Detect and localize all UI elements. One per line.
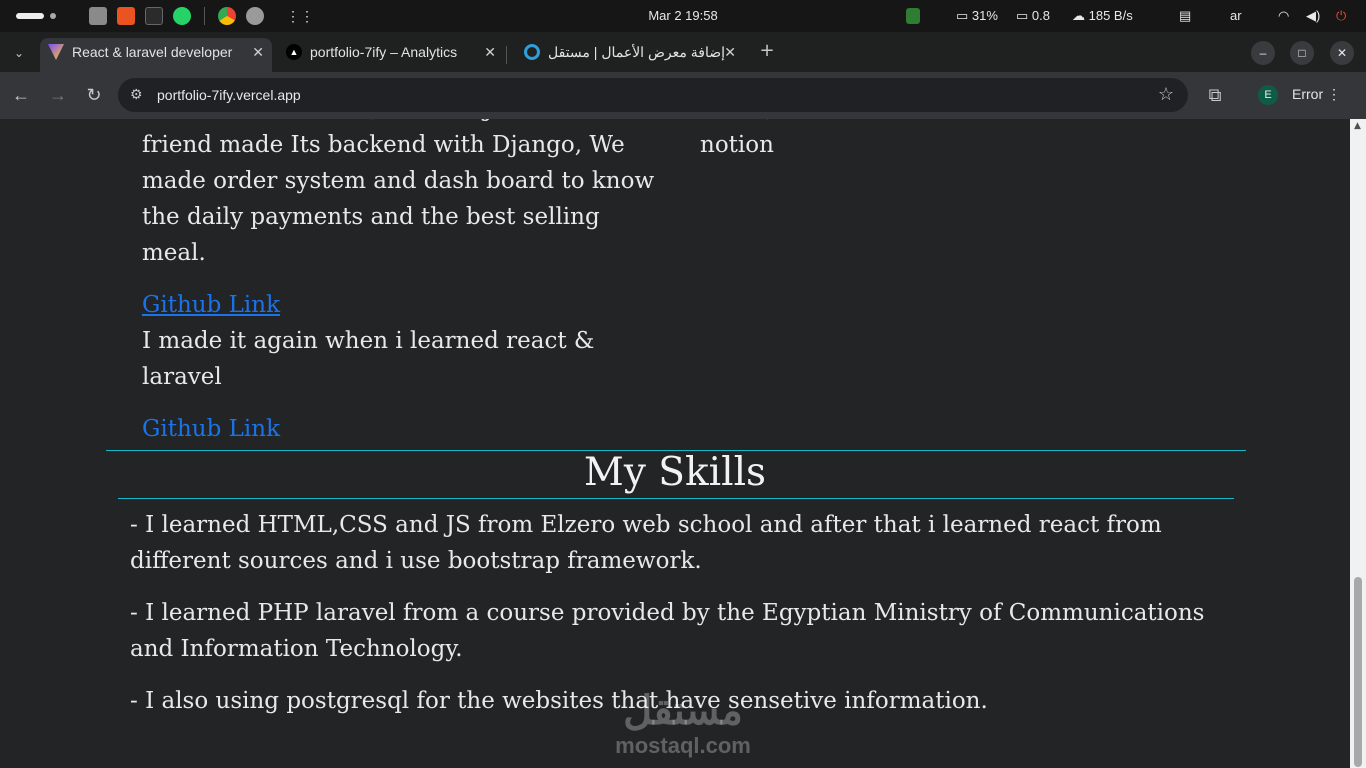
project-desc-right: notion bbox=[700, 132, 774, 158]
back-button[interactable]: ← bbox=[10, 84, 32, 106]
mostaql-watermark: مستقل mostaql.com bbox=[615, 689, 751, 758]
project-desc-partial: made it with HTML,CSS and JS and i have … bbox=[142, 119, 662, 127]
tab-analytics[interactable]: ▲ portfolio-7ify – Analytics ✕ bbox=[278, 38, 504, 72]
battery-status[interactable]: ▭ 31% bbox=[956, 8, 998, 24]
minimize-button[interactable]: – bbox=[1251, 41, 1275, 65]
site-info-icon[interactable]: ⚙ bbox=[130, 86, 143, 103]
reload-button[interactable]: ↻ bbox=[83, 84, 105, 106]
power-icon[interactable]: ⏻ bbox=[1336, 8, 1346, 24]
clock[interactable]: Mar 2 19:58 bbox=[0, 8, 1366, 23]
network-speed[interactable]: ☁ 185 B/s bbox=[1072, 8, 1133, 24]
cpu-icon: ▭ bbox=[956, 8, 969, 23]
address-bar[interactable]: ⚙ portfolio-7ify.vercel.app ☆ bbox=[118, 78, 1188, 112]
close-window-button[interactable]: ✕ bbox=[1330, 41, 1354, 65]
project-left-column: made it with HTML,CSS and JS and i have … bbox=[142, 119, 662, 447]
volume-icon[interactable]: ◀) bbox=[1306, 8, 1320, 24]
scroll-up-icon[interactable]: ▲ bbox=[1354, 121, 1361, 131]
page-viewport: made it with HTML,CSS and JS and i have … bbox=[0, 119, 1350, 768]
cloud-upload-icon: ☁ bbox=[1072, 8, 1085, 23]
new-tab-button[interactable]: + bbox=[756, 40, 778, 62]
scrollbar-thumb[interactable] bbox=[1354, 577, 1362, 767]
clipboard-icon[interactable]: ▤ bbox=[1179, 8, 1191, 24]
display-status[interactable]: ▭ 0.8 bbox=[1016, 8, 1050, 24]
maximize-button[interactable]: □ bbox=[1290, 41, 1314, 65]
menu-dots-icon[interactable]: ⋮ bbox=[1327, 86, 1341, 102]
project-desc-partial-right: CRM , it will be like a miniature versio… bbox=[700, 119, 1220, 127]
project-right-column: CRM , it will be like a miniature versio… bbox=[700, 119, 1220, 163]
github-link[interactable]: Github Link bbox=[142, 287, 280, 323]
tab-divider bbox=[506, 46, 507, 64]
vercel-favicon-icon: ▲ bbox=[286, 44, 302, 60]
monitor-icon: ▭ bbox=[1016, 8, 1029, 23]
extensions-icon[interactable]: ⧉ bbox=[1204, 84, 1226, 106]
close-tab-icon[interactable]: ✕ bbox=[252, 38, 264, 66]
page-scrollbar[interactable]: ▲ bbox=[1350, 119, 1366, 768]
profile-avatar[interactable]: E bbox=[1258, 85, 1278, 105]
error-button[interactable]: Error ⋮ bbox=[1292, 86, 1341, 103]
skills-title: My Skills bbox=[583, 450, 767, 495]
shield-icon[interactable] bbox=[906, 8, 920, 24]
skill-item: - I learned PHP laravel from a course pr… bbox=[130, 600, 1205, 662]
forward-button[interactable]: → bbox=[47, 84, 69, 106]
bookmark-star-icon[interactable]: ☆ bbox=[1158, 84, 1174, 105]
mostaql-favicon-icon bbox=[524, 44, 540, 60]
skill-item: - I learned HTML,CSS and JS from Elzero … bbox=[130, 512, 1162, 574]
project-desc: friend made Its backend with Django, We … bbox=[142, 132, 655, 266]
language-indicator[interactable]: ar bbox=[1230, 8, 1242, 23]
project-desc-2: I made it again when i learned react & l… bbox=[142, 328, 595, 390]
browser-toolbar: ← → ↻ ⚙ portfolio-7ify.vercel.app ☆ ⧉ bbox=[0, 72, 1366, 119]
close-tab-icon[interactable]: ✕ bbox=[484, 38, 496, 66]
close-tab-icon[interactable]: ✕ bbox=[724, 38, 736, 66]
url-text[interactable]: portfolio-7ify.vercel.app bbox=[157, 87, 301, 103]
tab-react-laravel[interactable]: React & laravel developer ✕ bbox=[40, 38, 272, 72]
github-link-2[interactable]: Github Link bbox=[142, 411, 280, 447]
os-top-bar: ⋮⋮ Mar 2 19:58 ▭ 31% ▭ 0.8 ☁ 185 B/s ▤ a… bbox=[0, 0, 1366, 32]
skills-divider-bottom bbox=[118, 498, 1234, 499]
wifi-icon[interactable]: ◠ bbox=[1278, 8, 1289, 24]
tab-mostaql[interactable]: إضافة معرض الأعمال | مستقل ✕ bbox=[516, 38, 744, 72]
tab-strip: ⌄ React & laravel developer ✕ ▲ portfoli… bbox=[0, 32, 1366, 72]
tab-search-icon[interactable]: ⌄ bbox=[8, 42, 30, 64]
vite-favicon-icon bbox=[48, 44, 64, 60]
